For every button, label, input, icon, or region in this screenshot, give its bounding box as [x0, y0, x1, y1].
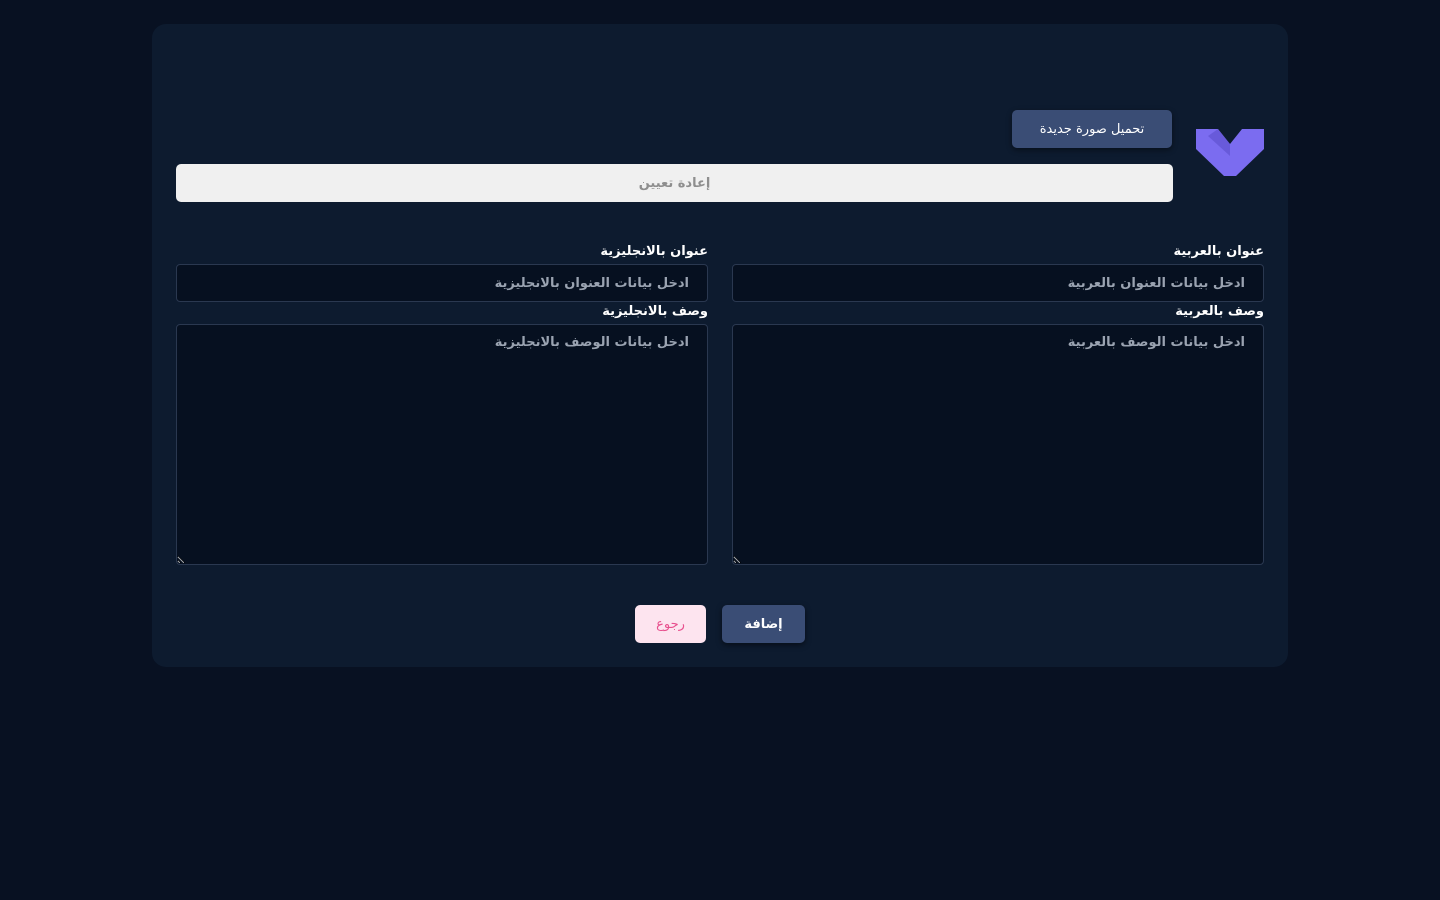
- logo-chevron-icon: [1196, 129, 1264, 176]
- title-en-input[interactable]: [176, 264, 708, 302]
- reset-button[interactable]: إعادة تعيين: [176, 164, 1173, 202]
- upload-image-button[interactable]: تحميل صورة جديدة: [1012, 110, 1172, 148]
- submit-button[interactable]: إضافة: [722, 605, 805, 643]
- desc-ar-label: وصف بالعربية: [1175, 304, 1264, 319]
- desc-ar-textarea[interactable]: [732, 324, 1264, 565]
- back-button[interactable]: رجوع: [635, 605, 706, 643]
- title-ar-input[interactable]: [732, 264, 1264, 302]
- title-en-label: عنوان بالانجليزية: [600, 244, 708, 259]
- form-card: تحميل صورة جديدة إعادة تعيين عنوان بالعر…: [152, 24, 1288, 667]
- desc-en-textarea[interactable]: [176, 324, 708, 565]
- desc-en-label: وصف بالانجليزية: [602, 304, 708, 319]
- title-ar-label: عنوان بالعربية: [1173, 244, 1264, 259]
